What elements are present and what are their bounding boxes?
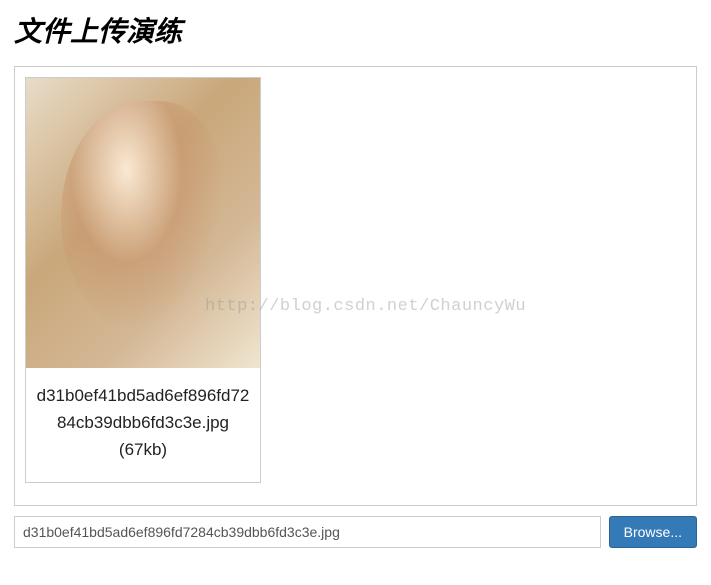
thumbnail-filesize: (67kb): [119, 440, 167, 459]
page-title: 文件上传演练: [14, 10, 697, 50]
thumbnail-caption: d31b0ef41bd5ad6ef896fd7284cb39dbb6fd3c3e…: [26, 368, 260, 482]
file-input-row: Browse...: [14, 516, 697, 548]
thumbnail-image: [26, 78, 260, 368]
browse-button[interactable]: Browse...: [609, 516, 697, 548]
thumbnail-card: d31b0ef41bd5ad6ef896fd7284cb39dbb6fd3c3e…: [25, 77, 261, 483]
file-path-display[interactable]: [14, 516, 601, 548]
preview-panel: d31b0ef41bd5ad6ef896fd7284cb39dbb6fd3c3e…: [14, 66, 697, 506]
thumbnail-filename: d31b0ef41bd5ad6ef896fd7284cb39dbb6fd3c3e…: [37, 386, 250, 432]
